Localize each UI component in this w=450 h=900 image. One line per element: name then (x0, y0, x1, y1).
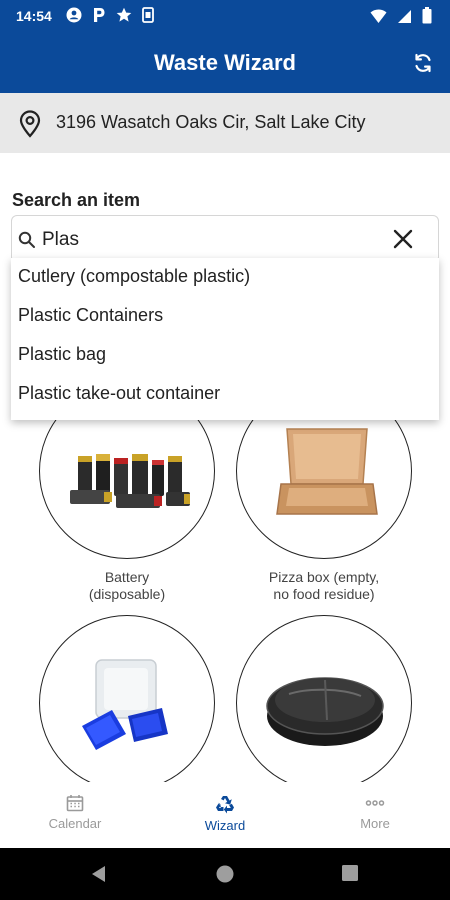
search-icon (18, 231, 35, 248)
item-card-battery[interactable] (39, 420, 215, 559)
app-title: Waste Wizard (153, 50, 296, 75)
status-bar: 14:54 (0, 0, 450, 33)
item-label-line: Battery (104, 569, 150, 585)
wifi-icon (370, 9, 387, 23)
address-text: 3196 Wasatch Oaks Cir, Salt Lake City (56, 112, 366, 132)
suggestion-item[interactable]: Plastic bag (11, 336, 439, 375)
take-out-container-image (266, 677, 384, 746)
item-card-take-out-container[interactable] (236, 615, 412, 782)
suggestion-item[interactable]: Plastic Containers (11, 297, 439, 336)
status-icons-right (370, 7, 432, 24)
item-card-plastic-containers[interactable] (39, 615, 215, 782)
item-label-line: (disposable) (88, 586, 166, 602)
plastic-containers-image (82, 659, 168, 750)
status-time: 14:54 (16, 8, 52, 24)
item-label-line: no food residue) (273, 586, 375, 602)
more-icon (365, 800, 385, 806)
search-input[interactable] (42, 225, 382, 255)
recents-icon[interactable] (341, 864, 359, 882)
battery-image (70, 454, 190, 508)
back-icon[interactable] (89, 864, 109, 884)
close-icon[interactable] (392, 228, 414, 250)
nav-wizard-label: Wizard (204, 818, 246, 833)
nav-calendar-label: Calendar (48, 816, 102, 831)
signal-icon (398, 9, 411, 23)
calendar-icon (66, 795, 84, 812)
battery-icon (422, 7, 432, 24)
suggestions-dropdown: Cutlery (compostable plastic) Plastic Co… (11, 258, 439, 420)
suggestion-item[interactable]: Cutlery (compostable plastic) (11, 258, 439, 297)
search-label: Search an item (12, 190, 141, 210)
home-icon[interactable] (215, 864, 235, 884)
system-nav-bar (0, 848, 450, 900)
nav-more-label: More (360, 816, 390, 831)
refresh-icon (415, 53, 431, 73)
bottom-nav: Calendar Wizard More (0, 782, 450, 848)
location-pin-icon (19, 110, 41, 138)
address-bar[interactable]: 3196 Wasatch Oaks Cir, Salt Lake City (0, 93, 450, 153)
sim-icon (142, 7, 154, 23)
item-grid: Battery (disposable) Pizza box (empty, n… (0, 420, 450, 782)
suggestion-item[interactable]: Plastic take-out container (11, 375, 439, 414)
nav-wizard[interactable]: Wizard (150, 794, 300, 833)
pizza-box-image (276, 428, 378, 515)
search-box[interactable] (11, 215, 439, 263)
recycle-icon (216, 796, 234, 814)
refresh-button[interactable] (408, 48, 438, 78)
nav-more[interactable]: More (300, 794, 450, 831)
status-icons-left (66, 7, 154, 23)
account-icon (66, 7, 82, 23)
nav-calendar[interactable]: Calendar (0, 794, 150, 831)
item-label-battery: Battery (disposable) (39, 569, 215, 603)
star-icon (116, 7, 132, 22)
item-label-line: Pizza box (empty, (268, 569, 380, 585)
item-card-pizza-box[interactable] (236, 420, 412, 559)
parking-icon (94, 8, 105, 22)
app-bar: Waste Wizard (0, 33, 450, 93)
item-label-pizza-box: Pizza box (empty, no food residue) (236, 569, 412, 603)
